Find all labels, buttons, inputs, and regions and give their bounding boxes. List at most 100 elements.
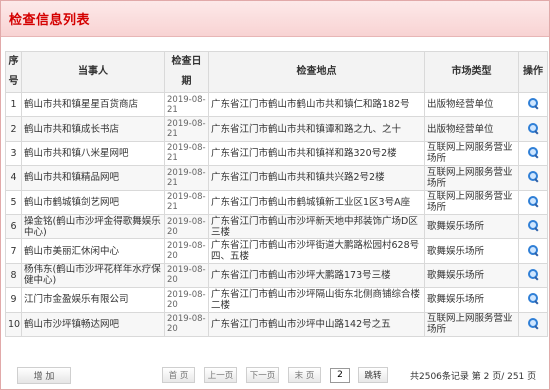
row-location: 广东省江门市鹤山市鹤山市共和镇仁和路182号 [208, 91, 425, 118]
row-party: 鹤山市共和镇星星百货商店 [21, 91, 165, 118]
row-party: 江门市金盈娱乐有限公司 [21, 287, 165, 313]
row-market-type: 歌舞娱乐场所 [424, 213, 519, 240]
row-date: 2019-08-21 [164, 91, 209, 118]
table-row: 5 鹤山市鹤城镇剑艺网吧 2019-08-21 广东省江门市鹤山市鹤城镇新工业区… [5, 189, 548, 215]
inspection-list-panel: 检查信息列表 序号 当事人 检查日期 检查地点 市场类型 操作 1 鹤山市共和镇… [0, 0, 550, 390]
row-location: 广东省江门市鹤山市沙坪隔山街东北侧商铺综合楼二楼 [208, 287, 425, 313]
row-location: 广东省江门市鹤山市沙坪新天地中邦装饰广场D区三楼 [208, 213, 425, 240]
row-market-type: 互联网上网服务营业场所 [424, 165, 519, 191]
row-index: 10 [5, 311, 22, 337]
column-header-location: 检查地点 [208, 51, 425, 93]
search-icon[interactable] [528, 171, 539, 183]
panel-title: 检查信息列表 [9, 13, 91, 28]
table-row: 8 杨伟东(鹤山市沙坪花样年水疗保健中心) 2019-08-20 广东省江门市鹤… [5, 262, 548, 289]
table-row: 1 鹤山市共和镇星星百货商店 2019-08-21 广东省江门市鹤山市鹤山市共和… [5, 91, 548, 118]
search-icon[interactable] [528, 244, 539, 257]
panel-header: 检查信息列表 [1, 1, 549, 37]
first-page-button[interactable]: 首 页 [162, 367, 195, 383]
pagination: 首 页 上一页 下一页 末 页 跳转 [162, 367, 397, 383]
row-party: 鹤山市共和镇八米星网吧 [21, 140, 165, 167]
search-icon[interactable] [528, 220, 539, 232]
table-row: 7 鹤山市美丽汇休闲中心 2019-08-20 广东省江门市鹤山市沙坪街道大鹏路… [5, 238, 548, 264]
pagination-summary: 共2506条记录 第 2 页/ 251 页 [410, 372, 537, 382]
row-index: 7 [5, 238, 22, 264]
search-icon[interactable] [528, 195, 539, 208]
row-index: 6 [5, 213, 22, 240]
search-icon[interactable] [528, 146, 539, 159]
inspection-table-container: 序号 当事人 检查日期 检查地点 市场类型 操作 1 鹤山市共和镇星星百货商店 … [5, 51, 548, 337]
row-index: 8 [5, 262, 22, 289]
row-action-cell [518, 262, 548, 289]
row-date: 2019-08-20 [164, 287, 209, 313]
inspection-table: 序号 当事人 检查日期 检查地点 市场类型 操作 1 鹤山市共和镇星星百货商店 … [5, 51, 548, 337]
row-index: 1 [5, 91, 22, 118]
row-location: 广东省江门市鹤山市共和镇谭和路之九、之十 [208, 116, 425, 142]
row-market-type: 歌舞娱乐场所 [424, 287, 519, 313]
column-header-party: 当事人 [21, 51, 165, 93]
row-party: 鹤山市沙坪镇畅达网吧 [21, 311, 165, 337]
table-footer: 增 加 首 页 上一页 下一页 末 页 跳转 共2506条记录 第 2 页/ 2… [5, 365, 547, 385]
table-row: 4 鹤山市共和镇精品网吧 2019-08-21 广东省江门市鹤山市共和镇共兴路2… [5, 165, 548, 191]
row-index: 5 [5, 189, 22, 215]
search-icon[interactable] [528, 98, 539, 110]
row-action-cell [518, 311, 548, 337]
row-date: 2019-08-20 [164, 262, 209, 289]
row-location: 广东省江门市鹤山市共和镇共兴路2号2楼 [208, 165, 425, 191]
table-row: 10 鹤山市沙坪镇畅达网吧 2019-08-20 广东省江门市鹤山市沙坪中山路1… [5, 311, 548, 337]
row-market-type: 歌舞娱乐场所 [424, 262, 519, 289]
row-action-cell [518, 213, 548, 240]
add-button[interactable]: 增 加 [17, 366, 71, 384]
row-action-cell [518, 91, 548, 118]
row-location: 广东省江门市鹤山市鹤城镇新工业区1区3号A座 [208, 189, 425, 215]
row-location: 广东省江门市鹤山市沙坪大鹏路173号三楼 [208, 262, 425, 289]
table-row: 3 鹤山市共和镇八米星网吧 2019-08-21 广东省江门市鹤山市共和镇祥和路… [5, 140, 548, 167]
search-icon[interactable] [528, 122, 539, 135]
search-icon[interactable] [528, 293, 539, 305]
row-party: 鹤山市共和镇成长书店 [21, 116, 165, 142]
row-party: 鹤山市鹤城镇剑艺网吧 [21, 189, 165, 215]
table-header-row: 序号 当事人 检查日期 检查地点 市场类型 操作 [5, 51, 548, 93]
search-icon[interactable] [528, 268, 539, 281]
row-index: 9 [5, 287, 22, 313]
table-row: 2 鹤山市共和镇成长书店 2019-08-21 广东省江门市鹤山市共和镇谭和路之… [5, 116, 548, 142]
row-location: 广东省江门市鹤山市沙坪中山路142号之五 [208, 311, 425, 337]
row-action-cell [518, 140, 548, 167]
row-action-cell [518, 238, 548, 264]
row-index: 2 [5, 116, 22, 142]
row-location: 广东省江门市鹤山市沙坪街道大鹏路松园村628号四、五楼 [208, 238, 425, 264]
column-header-date: 检查日期 [164, 51, 209, 93]
row-action-cell [518, 189, 548, 215]
row-market-type: 出版物经营单位 [424, 91, 519, 118]
next-page-button[interactable]: 下一页 [246, 367, 279, 383]
row-date: 2019-08-21 [164, 165, 209, 191]
last-page-button[interactable]: 末 页 [288, 367, 321, 383]
row-date: 2019-08-21 [164, 116, 209, 142]
row-party: 操金铭(鹤山市沙坪金得歌舞娱乐中心) [21, 213, 165, 240]
column-header-market-type: 市场类型 [424, 51, 519, 93]
row-date: 2019-08-20 [164, 311, 209, 337]
row-market-type: 互联网上网服务营业场所 [424, 140, 519, 167]
row-index: 3 [5, 140, 22, 167]
row-location: 广东省江门市鹤山市共和镇祥和路320号2楼 [208, 140, 425, 167]
prev-page-button[interactable]: 上一页 [204, 367, 237, 383]
row-action-cell [518, 116, 548, 142]
row-market-type: 出版物经营单位 [424, 116, 519, 142]
row-party: 鹤山市共和镇精品网吧 [21, 165, 165, 191]
table-row: 9 江门市金盈娱乐有限公司 2019-08-20 广东省江门市鹤山市沙坪隔山街东… [5, 287, 548, 313]
row-market-type: 互联网上网服务营业场所 [424, 311, 519, 337]
column-header-index: 序号 [5, 51, 22, 93]
table-body: 1 鹤山市共和镇星星百货商店 2019-08-21 广东省江门市鹤山市鹤山市共和… [5, 91, 548, 337]
row-market-type: 歌舞娱乐场所 [424, 238, 519, 264]
row-date: 2019-08-21 [164, 140, 209, 167]
search-icon[interactable] [528, 317, 539, 330]
page-number-input[interactable] [330, 367, 350, 383]
row-date: 2019-08-20 [164, 213, 209, 240]
column-header-action: 操作 [518, 51, 548, 93]
row-date: 2019-08-21 [164, 189, 209, 215]
row-market-type: 互联网上网服务营业场所 [424, 189, 519, 215]
go-to-page-button[interactable]: 跳转 [358, 367, 388, 383]
row-party: 鹤山市美丽汇休闲中心 [21, 238, 165, 264]
row-action-cell [518, 165, 548, 191]
row-action-cell [518, 287, 548, 313]
row-index: 4 [5, 165, 22, 191]
